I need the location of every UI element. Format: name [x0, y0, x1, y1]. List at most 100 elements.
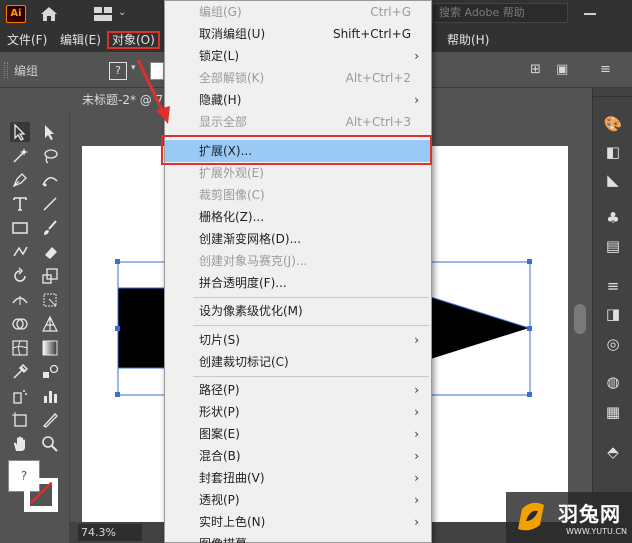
chevron-right-icon: › [414, 333, 419, 347]
width-tool-icon[interactable] [10, 290, 30, 310]
grip-handle[interactable] [4, 62, 8, 78]
color-panel-icon[interactable]: 🎨 [603, 114, 623, 134]
menu-item-hide[interactable]: 隐藏(H) › [165, 89, 431, 111]
menu-item-live-paint[interactable]: 实时上色(N) › [165, 511, 431, 533]
zoom-level-field[interactable]: 74.3% [78, 524, 142, 541]
fill-swatch[interactable]: ? [109, 62, 127, 80]
menu-help[interactable]: 帮助(H) [444, 31, 492, 49]
slice-tool-icon[interactable] [40, 410, 60, 430]
chevron-right-icon: › [414, 449, 419, 463]
menu-item-lock[interactable]: 锁定(L) › [165, 45, 431, 67]
symbols-panel-icon[interactable]: ♣ [603, 208, 623, 228]
menu-object[interactable]: 对象(O) [107, 31, 160, 49]
symbol-sprayer-tool-icon[interactable] [10, 386, 30, 406]
paintbrush-tool-icon[interactable] [40, 218, 60, 238]
menu-separator [193, 297, 429, 298]
help-search-input[interactable]: 搜索 Adobe 帮助 [432, 3, 568, 23]
menu-item-flatten-transparency[interactable]: 拼合透明度(F)... [165, 272, 431, 294]
menu-item-unlock-all[interactable]: 全部解锁(K) Alt+Ctrl+2 [165, 67, 431, 89]
menu-item-group[interactable]: 编组(G) Ctrl+G [165, 1, 431, 23]
stroke-panel-icon[interactable]: ≡ [603, 276, 623, 296]
transparency-panel-icon[interactable]: ◨ [603, 304, 623, 324]
lasso-tool-icon[interactable] [40, 146, 60, 166]
column-graph-tool-icon[interactable] [40, 386, 60, 406]
direct-selection-tool-icon[interactable] [40, 122, 60, 142]
menu-item-expand-appearance[interactable]: 扩展外观(E) [165, 162, 431, 184]
menu-item-shape[interactable]: 形状(P) › [165, 401, 431, 423]
yutu-logo-icon [518, 502, 544, 531]
menu-item-create-trim-marks[interactable]: 创建裁切标记(C) [165, 351, 431, 373]
panel-menu-icon[interactable]: ≡ [600, 62, 611, 77]
annotation-highlight-box [161, 135, 432, 165]
zoom-tool-icon[interactable] [40, 434, 60, 454]
gradient-tool-icon[interactable] [40, 338, 60, 358]
eyedropper-tool-icon[interactable] [10, 362, 30, 382]
eraser-tool-icon[interactable] [40, 242, 60, 262]
menu-item-envelope-distort[interactable]: 封套扭曲(V) › [165, 467, 431, 489]
watermark-url: WWW.YUTU.CN [566, 527, 627, 536]
color-guide-icon[interactable]: ◧ [603, 142, 623, 162]
menu-item-image-trace[interactable]: 图像描摹 [165, 533, 431, 543]
home-icon[interactable] [40, 6, 58, 22]
gradient-panel-icon[interactable]: ◣ [603, 170, 623, 190]
menu-edit[interactable]: 编辑(E) [57, 31, 104, 49]
rectangle-tool-icon[interactable] [10, 218, 30, 238]
magic-wand-tool-icon[interactable] [10, 146, 30, 166]
vertical-scrollbar[interactable] [574, 304, 586, 334]
selection-type-label: 编组 [14, 64, 39, 78]
free-transform-tool-icon[interactable] [40, 290, 60, 310]
blend-tool-icon[interactable] [40, 362, 60, 382]
menu-item-create-object-mosaic[interactable]: 创建对象马赛克(J)... [165, 250, 431, 272]
chevron-right-icon: › [414, 471, 419, 485]
object-menu-dropdown: 编组(G) Ctrl+G 取消编组(U) Shift+Ctrl+G 锁定(L) › 全… [164, 0, 432, 543]
shape-builder-tool-icon[interactable] [10, 314, 30, 334]
libraries-panel-icon[interactable]: ⬘ [603, 442, 623, 462]
menu-item-crop-image[interactable]: 裁剪图像(C) [165, 184, 431, 206]
shaper-tool-icon[interactable] [10, 242, 30, 262]
menu-item-pattern[interactable]: 图案(E) › [165, 423, 431, 445]
chevron-right-icon: › [414, 49, 419, 63]
menu-item-slice[interactable]: 切片(S) › [165, 329, 431, 351]
stroke-color-box[interactable] [24, 478, 58, 512]
pen-tool-icon[interactable] [10, 170, 30, 190]
rotate-tool-icon[interactable] [10, 266, 30, 286]
menu-item-create-gradient-mesh[interactable]: 创建渐变网格(D)... [165, 228, 431, 250]
watermark-name: 羽兔网 [558, 502, 621, 526]
scale-tool-icon[interactable] [40, 266, 60, 286]
annotation-arrow-icon [136, 59, 170, 124]
chevron-right-icon: › [414, 405, 419, 419]
mesh-tool-icon[interactable] [10, 338, 30, 358]
arrange-icon[interactable]: ⊞ [530, 62, 541, 77]
perspective-grid-tool-icon[interactable] [40, 314, 60, 334]
line-tool-icon[interactable] [40, 194, 60, 214]
menu-file[interactable]: 文件(F) [4, 31, 50, 49]
menu-item-path[interactable]: 路径(P) › [165, 379, 431, 401]
curvature-tool-icon[interactable] [40, 170, 60, 190]
menu-separator [193, 325, 429, 326]
menu-item-pixel-perfect[interactable]: 设为像素级优化(M) [165, 300, 431, 322]
properties-icon[interactable]: ▣ [556, 62, 568, 77]
chevron-right-icon: › [414, 427, 419, 441]
graphic-styles-icon[interactable]: ◍ [603, 372, 623, 392]
workspace-icon[interactable] [94, 7, 112, 21]
appearance-panel-icon[interactable]: ◎ [603, 334, 623, 354]
selection-tool-icon[interactable] [10, 122, 30, 142]
hand-tool-icon[interactable] [10, 434, 30, 454]
menu-separator [193, 376, 429, 377]
menu-item-ungroup[interactable]: 取消编组(U) Shift+Ctrl+G [165, 23, 431, 45]
dock-grip[interactable] [593, 96, 632, 102]
type-tool-icon[interactable] [10, 194, 30, 214]
menu-item-perspective[interactable]: 透视(P) › [165, 489, 431, 511]
chevron-right-icon: › [414, 93, 419, 107]
chevron-down-icon[interactable]: ⌄ [118, 7, 126, 18]
menu-item-blend[interactable]: 混合(B) › [165, 445, 431, 467]
chevron-right-icon: › [414, 515, 419, 529]
chevron-right-icon: › [414, 383, 419, 397]
menu-item-show-all[interactable]: 显示全部 Alt+Ctrl+3 [165, 111, 431, 133]
menu-item-rasterize[interactable]: 栅格化(Z)... [165, 206, 431, 228]
brushes-panel-icon[interactable]: ▤ [603, 236, 623, 256]
layers-panel-icon[interactable]: ▦ [603, 402, 623, 422]
minimize-icon[interactable] [584, 13, 596, 15]
illustrator-logo-icon: Ai [6, 5, 26, 23]
artboard-tool-icon[interactable] [10, 410, 30, 430]
